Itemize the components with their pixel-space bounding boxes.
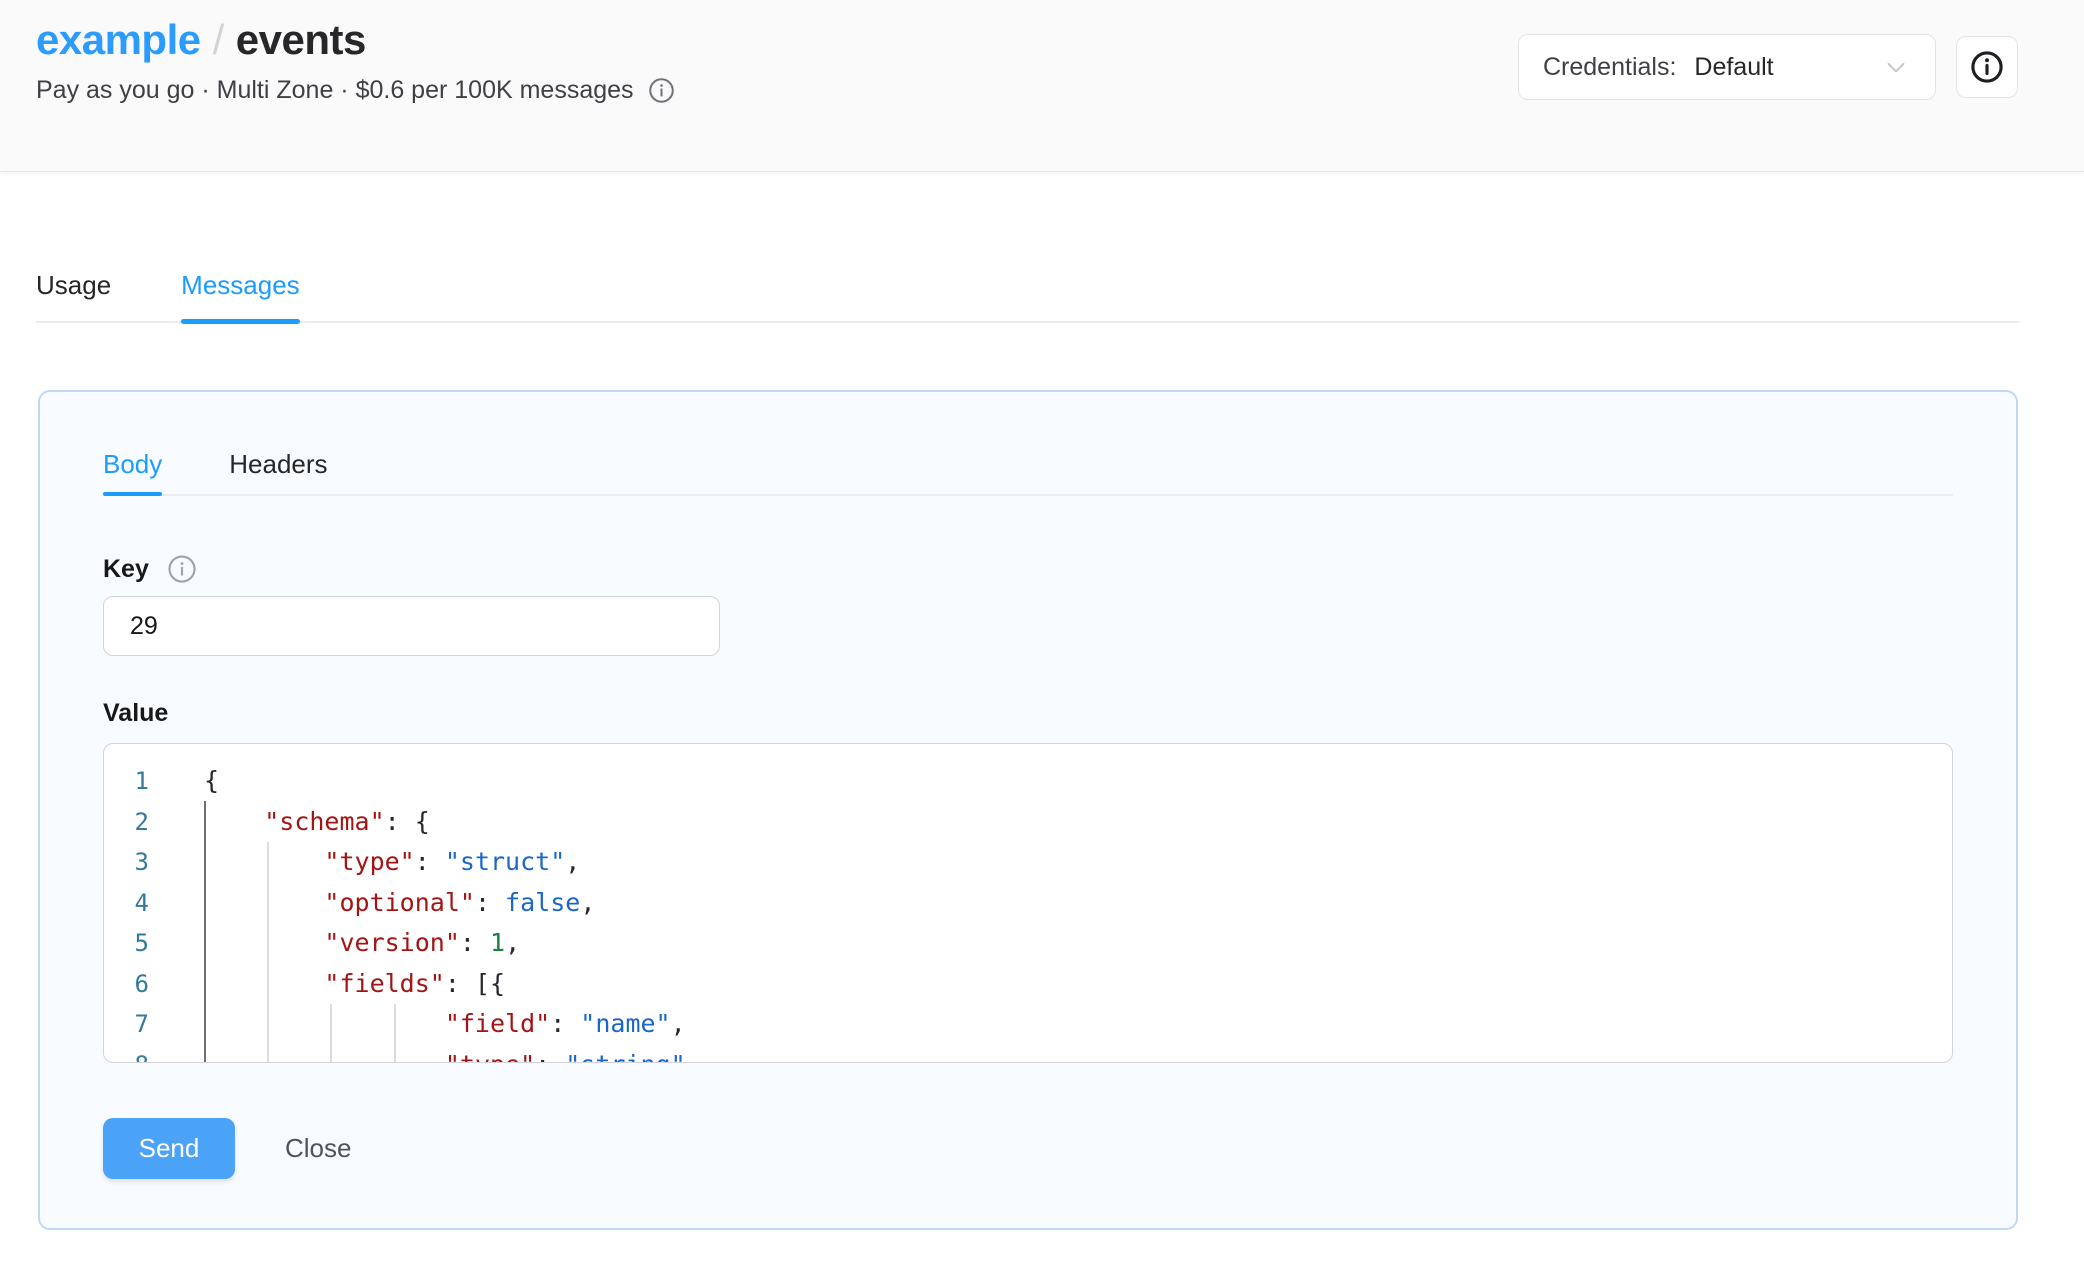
tab-usage[interactable]: Usage: [36, 270, 111, 321]
info-icon[interactable]: [648, 77, 675, 104]
code-lines: 1{2 "schema": {3 "type": "struct",4 "opt…: [104, 761, 1952, 1063]
tab-body[interactable]: Body: [103, 449, 162, 494]
code-line: 7 "field": "name",: [104, 1004, 1952, 1045]
close-button[interactable]: Close: [285, 1133, 351, 1164]
title-block: example / events Pay as you go · Multi Zon…: [36, 0, 675, 171]
value-code-editor[interactable]: 1{2 "schema": {3 "type": "struct",4 "opt…: [103, 743, 1953, 1063]
line-number: 8: [104, 1045, 149, 1064]
breadcrumb-separator: /: [213, 16, 224, 63]
code-line: 3 "type": "struct",: [104, 842, 1952, 883]
tab-headers[interactable]: Headers: [229, 449, 327, 494]
code-line: 5 "version": 1,: [104, 923, 1952, 964]
code-line: 4 "optional": false,: [104, 883, 1952, 924]
line-number: 3: [104, 842, 149, 883]
composer-tabs: Body Headers: [103, 449, 1953, 496]
send-button[interactable]: Send: [103, 1118, 235, 1179]
page-header: example / events Pay as you go · Multi Zon…: [0, 0, 2084, 172]
breadcrumb-cluster-link[interactable]: example: [36, 16, 201, 63]
page-title: events: [236, 16, 366, 63]
line-number: 1: [104, 761, 149, 802]
code-line: 6 "fields": [{: [104, 964, 1952, 1005]
line-number: 7: [104, 1004, 149, 1045]
line-number: 2: [104, 802, 149, 843]
key-label: Key: [103, 555, 149, 584]
code-line: 8 "type": "string": [104, 1045, 1952, 1064]
info-icon[interactable]: [167, 554, 197, 584]
line-number: 4: [104, 883, 149, 924]
topic-tabs: Usage Messages: [36, 270, 2019, 323]
chevron-down-icon: [1881, 52, 1911, 82]
code-line: 2 "schema": {: [104, 802, 1952, 843]
credentials-select[interactable]: Credentials: Default: [1518, 34, 1936, 100]
tab-messages[interactable]: Messages: [181, 270, 300, 321]
value-label: Value: [103, 699, 168, 728]
key-input[interactable]: [103, 596, 720, 656]
plan-subtitle: Pay as you go · Multi Zone · $0.6 per 10…: [36, 76, 634, 105]
line-number: 5: [104, 923, 149, 964]
breadcrumb: example / events: [36, 12, 675, 68]
info-icon: [1969, 49, 2005, 85]
topic-info-button[interactable]: [1956, 36, 2018, 98]
message-composer-panel: Body Headers Key Value 1{2 "schema": {3 …: [38, 390, 2018, 1230]
credentials-label: Credentials:: [1543, 53, 1676, 82]
credentials-value: Default: [1694, 53, 1773, 82]
line-number: 6: [104, 964, 149, 1005]
code-line: 1{: [104, 761, 1952, 802]
